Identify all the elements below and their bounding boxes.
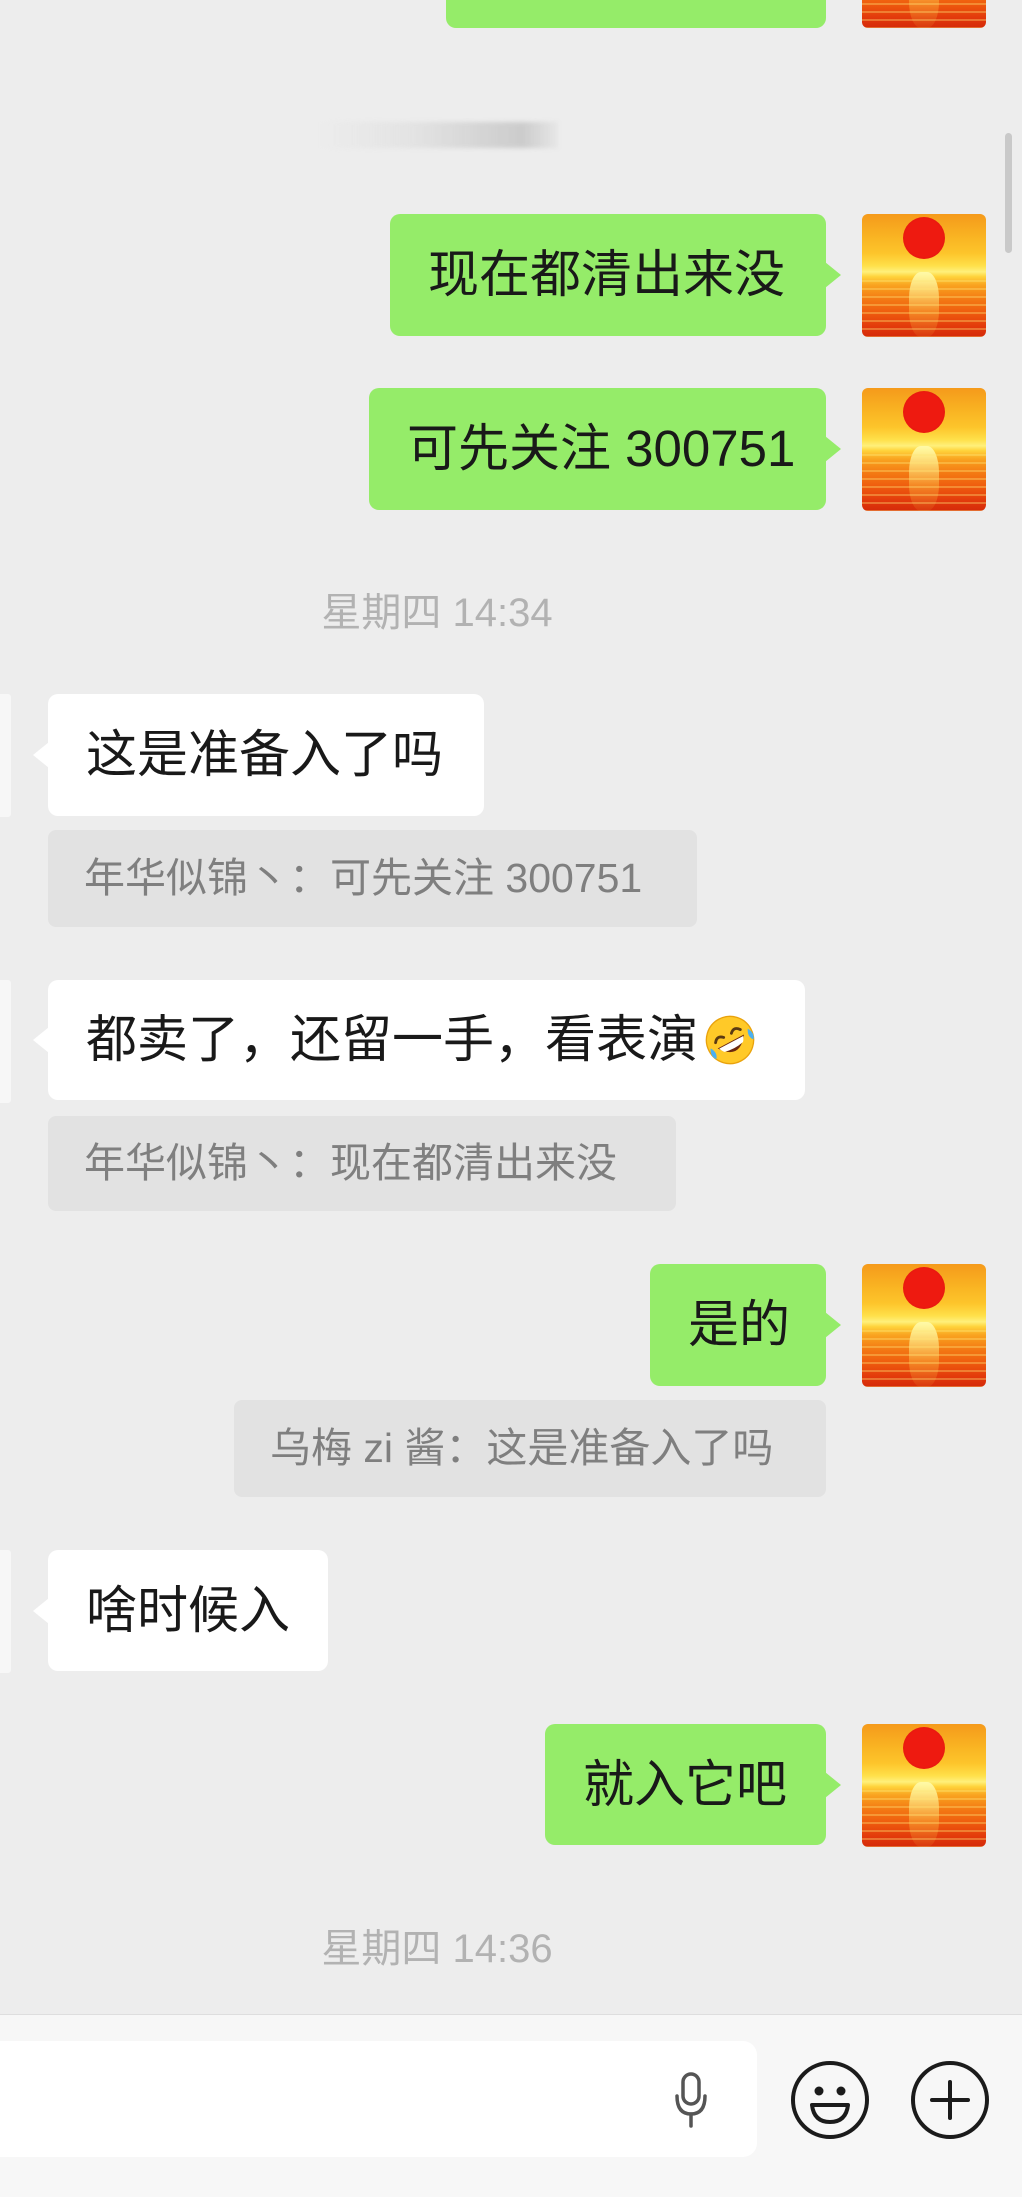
- message-bubble-incoming[interactable]: 这是准备入了吗: [33, 694, 484, 816]
- message-bubble-outgoing[interactable]: 是的: [650, 1264, 841, 1386]
- message-text: 这是准备入了吗: [86, 726, 444, 784]
- sun-shape: [903, 1267, 945, 1309]
- microphone-icon[interactable]: [673, 2072, 709, 2128]
- message-bubble-outgoing[interactable]: 就入它吧: [545, 1724, 841, 1845]
- message-text: 是的: [688, 1296, 791, 1354]
- quoted-reply-text: 乌梅 zi 酱：这是准备入了吗: [270, 1424, 774, 1471]
- sun-shape: [903, 217, 945, 259]
- timestamp: 星期四 14:34: [321, 591, 553, 635]
- water-reflection: [862, 280, 986, 337]
- quoted-reply-text: 年华似锦丶：可先关注 300751: [84, 854, 643, 901]
- message-input[interactable]: [0, 2041, 757, 2157]
- plus-circle-icon[interactable]: [910, 2060, 990, 2140]
- message-text: 都卖了，还留一手，看表演: [86, 1011, 699, 1069]
- water-reflection: [862, 0, 986, 28]
- message-text: 现在都清出来没: [428, 246, 786, 304]
- avatar[interactable]: [862, 0, 986, 28]
- avatar[interactable]: [862, 388, 986, 511]
- water-reflection: [862, 1790, 986, 1847]
- sun-shape: [903, 1727, 945, 1769]
- message-bubble-incoming[interactable]: 都卖了，还留一手，看表演: [33, 980, 805, 1100]
- chat-screen: 现在都清出来没 可先关注 300751 星期四 14:34 这是准备入了吗 年华…: [0, 0, 1022, 2197]
- message-bubble-outgoing[interactable]: 现在都清出来没: [390, 214, 841, 336]
- avatar[interactable]: [0, 694, 11, 817]
- avatar[interactable]: [0, 1550, 11, 1673]
- quoted-reply[interactable]: 年华似锦丶：现在都清出来没: [48, 1116, 676, 1211]
- quoted-reply[interactable]: 乌梅 zi 酱：这是准备入了吗: [234, 1400, 826, 1497]
- quoted-reply-text: 年华似锦丶：现在都清出来没: [84, 1139, 617, 1186]
- blurred-redaction: [320, 122, 558, 148]
- rolling-on-floor-laughing-emoji-icon: [705, 1015, 755, 1065]
- avatar[interactable]: [0, 980, 11, 1103]
- avatar[interactable]: [862, 214, 986, 337]
- timestamp: 星期四 14:36: [321, 1927, 553, 1971]
- avatar[interactable]: [862, 1264, 986, 1387]
- message-text: 啥时候入: [86, 1581, 291, 1639]
- input-toolbar: [0, 2014, 1022, 2197]
- smiley-face-icon[interactable]: [790, 2060, 870, 2140]
- sun-shape: [903, 391, 945, 433]
- message-text: 就入它吧: [583, 1755, 788, 1813]
- avatar[interactable]: [862, 1724, 986, 1847]
- scrollbar[interactable]: [1005, 133, 1012, 253]
- water-reflection: [862, 1330, 986, 1387]
- message-bubble-outgoing[interactable]: [446, 0, 826, 28]
- message-text: 可先关注 300751: [407, 420, 796, 478]
- quoted-reply[interactable]: 年华似锦丶：可先关注 300751: [48, 830, 697, 927]
- message-bubble-incoming[interactable]: 啥时候入: [33, 1550, 328, 1671]
- message-bubble-outgoing[interactable]: 可先关注 300751: [369, 388, 841, 510]
- water-reflection: [862, 454, 986, 511]
